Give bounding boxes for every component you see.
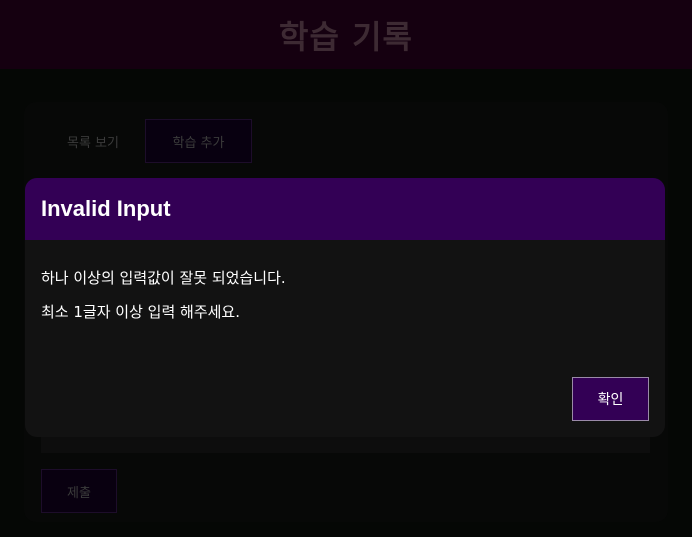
modal-message-2: 최소 1글자 이상 입력 해주세요. [41, 302, 240, 321]
modal-title: Invalid Input [41, 196, 171, 221]
modal-message-1: 하나 이상의 입력값이 잘못 되었습니다. [41, 269, 286, 287]
modal-actions: 확인 [572, 377, 649, 421]
confirm-button[interactable]: 확인 [572, 377, 649, 421]
modal-header: Invalid Input [25, 178, 665, 240]
error-modal: Invalid Input 하나 이상의 입력값이 잘못 되었습니다. 최소 1… [25, 178, 665, 437]
modal-body: 하나 이상의 입력값이 잘못 되었습니다. 최소 1글자 이상 입력 해주세요. [25, 240, 665, 320]
app-root: 학습 기록 목록 보기 학습 추가 제출 Invalid Input 하나 이상… [0, 0, 692, 537]
